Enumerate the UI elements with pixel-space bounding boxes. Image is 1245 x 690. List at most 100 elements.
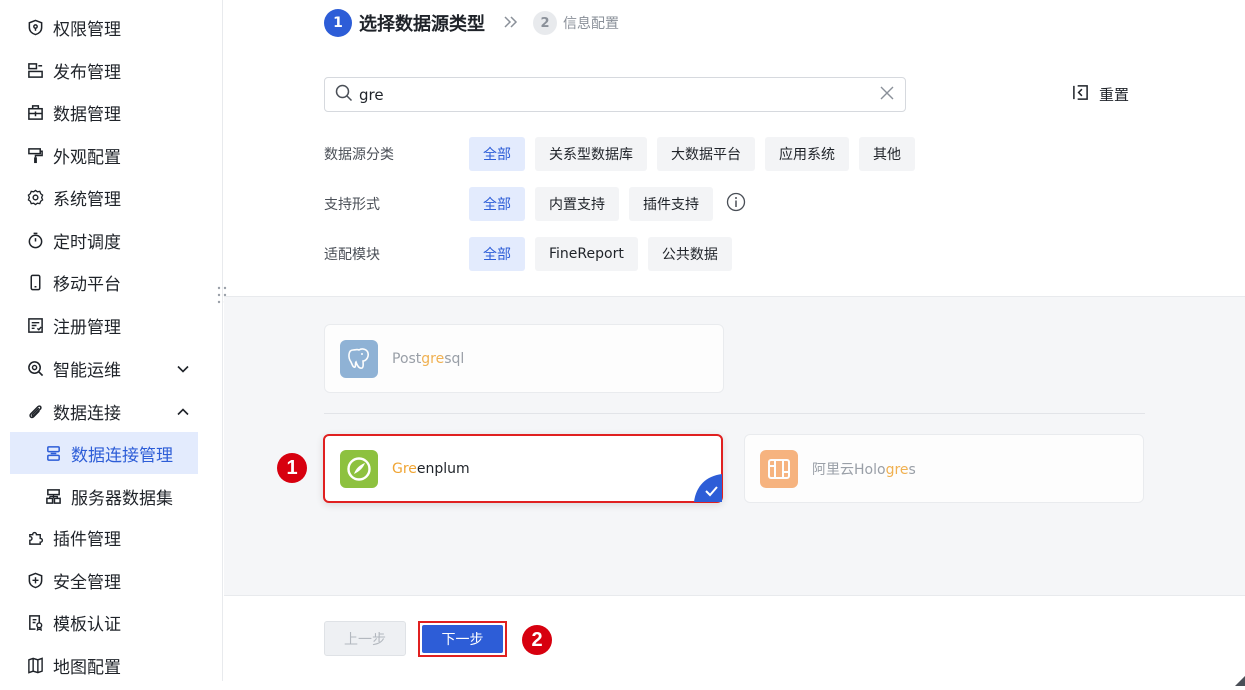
sidebar-item-label: 模板认证 xyxy=(53,614,121,635)
sidebar-item-label: 数据连接管理 xyxy=(71,445,173,466)
sidebar-item-plugin[interactable]: 插件管理 xyxy=(0,516,210,558)
filter-row-category: 数据源分类 全部 关系型数据库 大数据平台 应用系统 其他 xyxy=(324,137,925,171)
hologres-icon xyxy=(760,449,798,488)
sidebar-item-permission[interactable]: 权限管理 xyxy=(0,6,210,48)
shield-plus-icon xyxy=(26,571,44,589)
sidebar-item-register[interactable]: 注册管理 xyxy=(0,304,210,346)
results-divider xyxy=(324,413,1145,414)
map-icon xyxy=(26,656,44,674)
sidebar-item-label: 数据连接 xyxy=(53,403,121,424)
filter-row-support: 支持形式 全部 内置支持 插件支持 xyxy=(324,187,746,221)
stopwatch-icon xyxy=(26,231,44,249)
resize-corner-icon[interactable] xyxy=(1235,671,1245,686)
sidebar-item-label: 定时调度 xyxy=(53,232,121,253)
search-icon xyxy=(335,84,353,106)
sidebar-item-label: 地图配置 xyxy=(53,657,121,678)
datasource-results: Postgresql Greenplum 阿里云Hologres xyxy=(224,296,1245,596)
sidebar-item-security[interactable]: 安全管理 xyxy=(0,559,210,601)
step-indicator: 1 选择数据源类型 2 信息配置 xyxy=(324,8,619,38)
sidebar-item-label: 移动平台 xyxy=(53,274,121,295)
paint-roller-icon xyxy=(26,146,44,164)
register-icon xyxy=(26,316,44,334)
step-title-active: 选择数据源类型 xyxy=(359,14,485,35)
puzzle-icon xyxy=(26,528,44,546)
gear-icon xyxy=(26,188,44,206)
prev-step-button[interactable]: 上一步 xyxy=(324,621,406,656)
search-input[interactable] xyxy=(359,85,879,104)
chip-module-finereport[interactable]: FineReport xyxy=(535,237,638,271)
reset-label: 重置 xyxy=(1099,86,1130,104)
sidebar-item-schedule[interactable]: 定时调度 xyxy=(0,219,210,261)
sidebar: 权限管理 发布管理 数据管理 外观配置 系统管理 定时调度 移动平台 注册管理 … xyxy=(0,0,223,681)
chip-support-plugin[interactable]: 插件支持 xyxy=(629,187,713,221)
info-icon[interactable] xyxy=(726,192,746,216)
reset-icon xyxy=(1072,84,1089,105)
selected-check-icon xyxy=(694,474,722,502)
postgresql-elephant-icon xyxy=(340,339,378,378)
sidebar-item-label: 系统管理 xyxy=(53,189,121,210)
sidebar-item-appearance[interactable]: 外观配置 xyxy=(0,134,210,176)
step-number-active: 1 xyxy=(324,9,352,37)
annotation-badge-2: 2 xyxy=(522,625,552,655)
datasource-name: 阿里云Hologres xyxy=(812,461,916,478)
sidebar-item-label: 智能运维 xyxy=(53,360,121,381)
chip-category-bigdata[interactable]: 大数据平台 xyxy=(657,137,755,171)
chip-module-all[interactable]: 全部 xyxy=(469,237,525,271)
step-number-inactive: 2 xyxy=(533,11,557,35)
next-step-highlight: 下一步 xyxy=(418,621,507,657)
greenplum-icon xyxy=(340,449,378,488)
step-title-inactive: 信息配置 xyxy=(563,16,619,32)
chip-category-other[interactable]: 其他 xyxy=(859,137,915,171)
double-chevron-right-icon xyxy=(503,14,519,33)
sidebar-item-label: 服务器数据集 xyxy=(71,488,173,509)
datasource-name: Greenplum xyxy=(392,460,470,477)
sidebar-item-publish[interactable]: 发布管理 xyxy=(0,49,210,91)
chip-support-builtin[interactable]: 内置支持 xyxy=(535,187,619,221)
chip-category-all[interactable]: 全部 xyxy=(469,137,525,171)
sidebar-item-label: 权限管理 xyxy=(53,19,121,40)
template-cert-icon xyxy=(26,613,44,631)
datasource-card-greenplum[interactable]: Greenplum xyxy=(323,434,723,503)
filter-label: 适配模块 xyxy=(324,247,380,263)
shield-lock-icon xyxy=(26,18,44,36)
chip-module-public-data[interactable]: 公共数据 xyxy=(647,237,732,271)
publish-icon xyxy=(26,61,44,79)
sidebar-item-mobile[interactable]: 移动平台 xyxy=(0,261,210,303)
datasource-name: Postgresql xyxy=(392,350,465,367)
sidebar-item-label: 安全管理 xyxy=(53,572,121,593)
chevron-down-icon[interactable] xyxy=(176,361,190,375)
sidebar-item-data-connection-manage[interactable]: 数据连接管理 xyxy=(10,432,198,474)
filter-label: 数据源分类 xyxy=(324,147,394,163)
sidebar-item-label: 注册管理 xyxy=(53,317,121,338)
datasource-card-hologres[interactable]: 阿里云Hologres xyxy=(744,434,1144,503)
sidebar-item-label: 发布管理 xyxy=(53,62,121,83)
annotation-badge-1: 1 xyxy=(277,453,307,483)
chip-category-relational[interactable]: 关系型数据库 xyxy=(535,137,647,171)
sidebar-item-map[interactable]: 地图配置 xyxy=(0,644,210,686)
sidebar-item-smart-ops[interactable]: 智能运维 xyxy=(0,347,210,389)
sidebar-item-data-manage[interactable]: 数据管理 xyxy=(0,91,210,133)
main-content: 1 选择数据源类型 2 信息配置 重置 数据源分类 全部 关系型数据库 大数据平… xyxy=(224,0,1245,686)
datasource-card-postgresql[interactable]: Postgresql xyxy=(324,324,724,393)
sidebar-item-template-cert[interactable]: 模板认证 xyxy=(0,601,210,643)
sidebar-item-server-dataset[interactable]: 服务器数据集 xyxy=(0,475,210,517)
search-box xyxy=(324,77,906,112)
sidebar-item-label: 数据管理 xyxy=(53,104,121,125)
sidebar-item-label: 插件管理 xyxy=(53,529,121,550)
chevron-up-icon[interactable] xyxy=(176,404,190,418)
clear-icon[interactable] xyxy=(879,85,895,105)
briefcase-icon xyxy=(26,103,44,121)
reset-button[interactable]: 重置 xyxy=(1072,84,1129,105)
db-connection-icon xyxy=(44,444,62,462)
paperclip-icon xyxy=(26,402,44,420)
sidebar-item-system[interactable]: 系统管理 xyxy=(0,176,210,218)
sidebar-item-label: 外观配置 xyxy=(53,147,121,168)
mobile-icon xyxy=(26,273,44,291)
sidebar-item-data-connection[interactable]: 数据连接 xyxy=(0,390,210,432)
server-dataset-icon xyxy=(44,487,62,505)
chip-support-all[interactable]: 全部 xyxy=(469,187,525,221)
next-step-button[interactable]: 下一步 xyxy=(422,625,503,653)
chip-category-app[interactable]: 应用系统 xyxy=(765,137,849,171)
filter-row-module: 适配模块 全部 FineReport 公共数据 xyxy=(324,237,742,271)
filter-label: 支持形式 xyxy=(324,197,380,213)
